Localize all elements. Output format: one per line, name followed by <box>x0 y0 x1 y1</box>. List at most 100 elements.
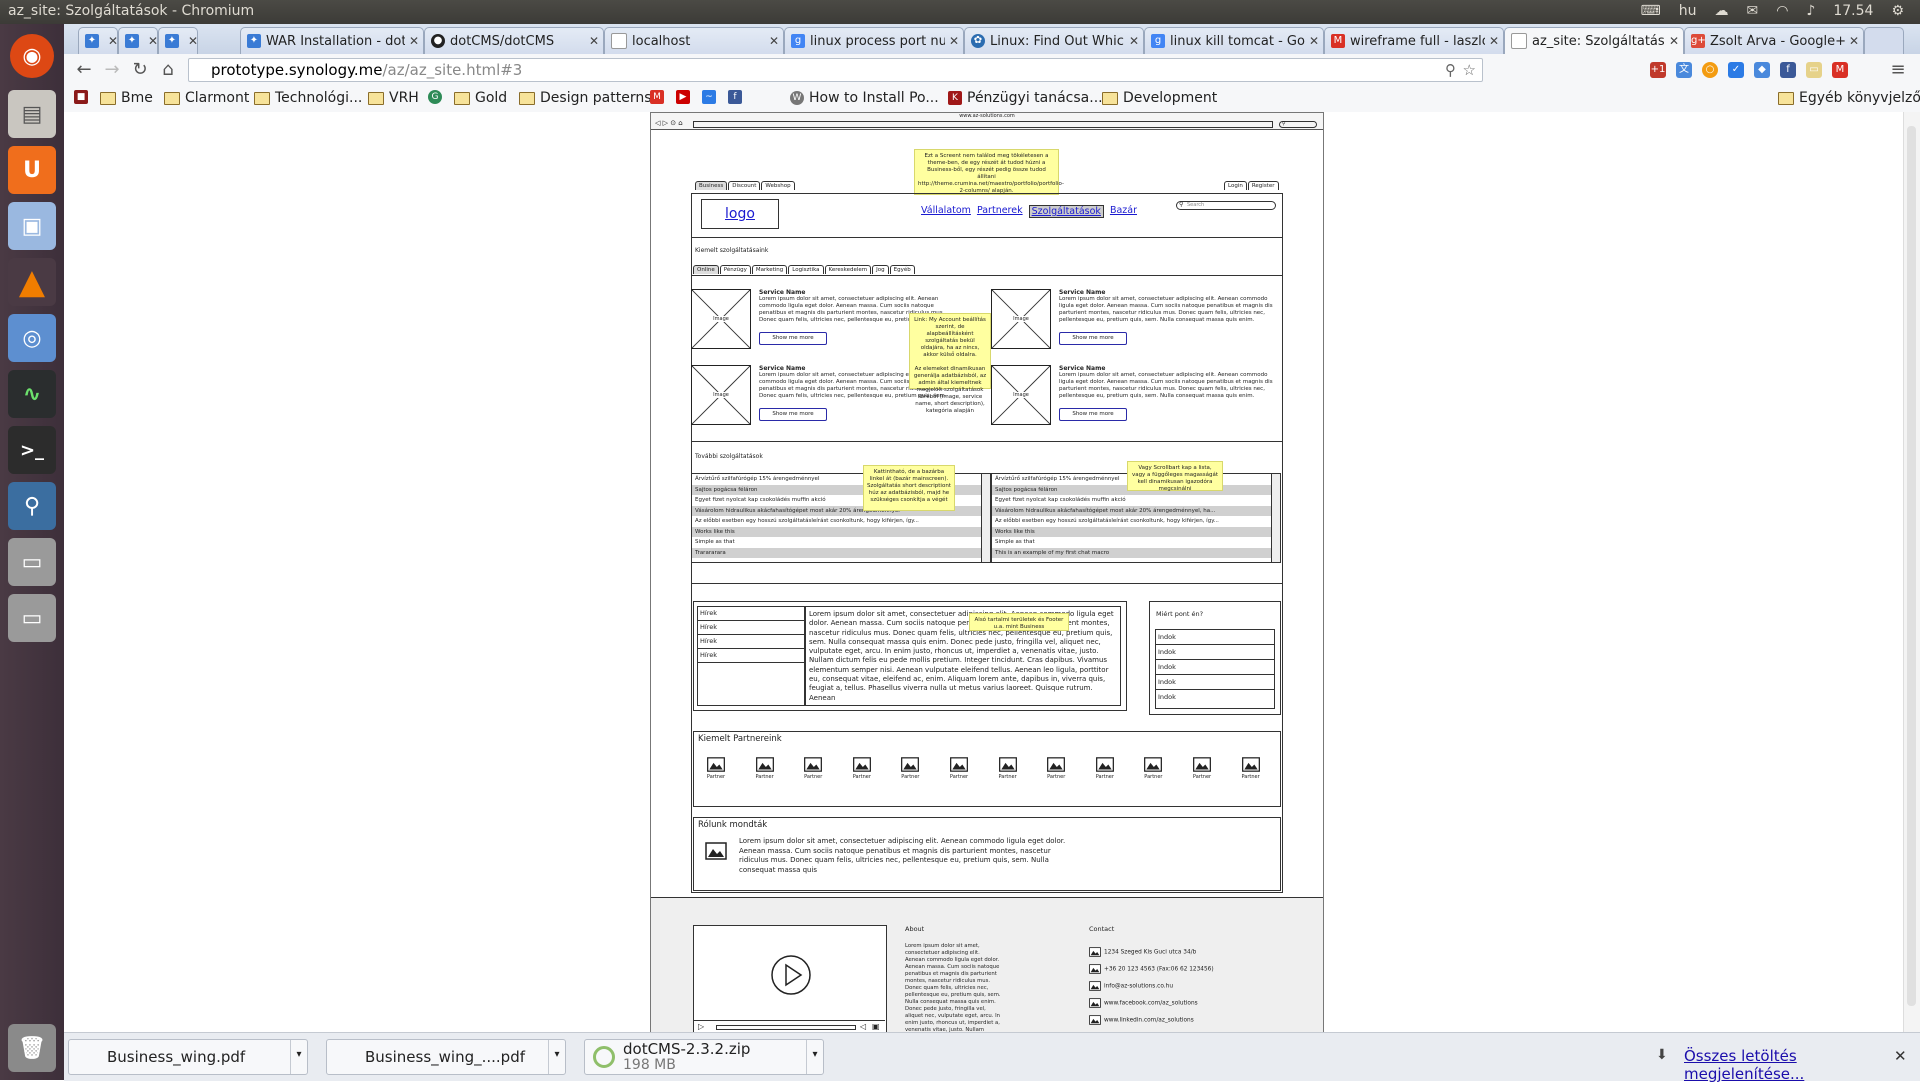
dropdown-arrow-icon[interactable]: ▾ <box>806 1040 823 1074</box>
partner-logo[interactable]: Partner <box>1138 757 1168 780</box>
close-icon[interactable]: ✕ <box>409 34 419 48</box>
play-small-icon[interactable]: ▷ <box>698 1022 704 1031</box>
bookmark-site[interactable]: W How to Install Po... <box>790 90 939 106</box>
clock[interactable]: 17.54 <box>1833 3 1873 19</box>
nav-bazar[interactable]: Bazár <box>1110 205 1137 218</box>
terminal-icon[interactable]: >_ <box>8 426 56 474</box>
category-tab[interactable]: Pénzügy <box>719 265 751 274</box>
bookmark-star-icon[interactable]: ☆ <box>1463 59 1476 81</box>
partner-logo[interactable]: Partner <box>1090 757 1120 780</box>
close-icon[interactable]: ✕ <box>1894 1047 1907 1065</box>
bookmark-site[interactable]: K Pénzügyi tanácsa... <box>948 90 1103 106</box>
login-tab[interactable]: Login <box>1224 181 1247 190</box>
partner-logo[interactable]: Partner <box>993 757 1023 780</box>
tab[interactable]: ✿ Linux: Find Out Which Port ✕ <box>964 27 1144 54</box>
bookmark-folder[interactable]: VRH <box>368 90 419 106</box>
list-item[interactable]: Works like this <box>992 526 1280 537</box>
tab[interactable]: g linux kill tomcat - Google ✕ <box>1144 27 1324 54</box>
fullscreen-icon[interactable]: ▣ <box>872 1022 880 1031</box>
scrollbar-thumb[interactable] <box>1907 126 1916 1006</box>
site-tab[interactable]: Webshop <box>761 181 795 190</box>
pgadmin-elephant-icon[interactable]: ⚲ <box>8 482 56 530</box>
play-icon[interactable] <box>770 954 812 996</box>
tab[interactable]: ● dotCMS/dotCMS ✕ <box>424 27 604 54</box>
logo-link[interactable]: logo <box>702 206 778 222</box>
close-icon[interactable]: ✕ <box>188 34 197 48</box>
system-monitor-icon[interactable]: ∿ <box>8 370 56 418</box>
ubuntu-logo-icon[interactable]: ◉ <box>10 34 54 78</box>
back-icon[interactable]: ← <box>72 59 96 81</box>
news-item[interactable]: Hírek <box>698 607 804 621</box>
zoom-icon[interactable]: ⚲ <box>1445 59 1456 81</box>
news-item[interactable]: Hírek <box>698 621 804 635</box>
site-tab[interactable]: Business <box>695 181 728 190</box>
tab[interactable]: g+ Zsolt Árva - Google+ ✕ <box>1684 27 1864 54</box>
menu-wrench-icon[interactable]: ≡ <box>1886 59 1910 81</box>
ubuntu-one-icon[interactable]: U <box>8 146 56 194</box>
extension-icon[interactable]: ▭ <box>1806 62 1822 78</box>
wifi-icon[interactable]: ◠ <box>1776 3 1788 19</box>
bookmark-folder-other[interactable]: Egyéb könyvjelzők <box>1778 90 1920 106</box>
trash-icon[interactable]: 🗑 <box>8 1024 56 1072</box>
forward-icon[interactable]: → <box>100 59 124 81</box>
new-tab-button[interactable] <box>1864 27 1904 54</box>
nav-partnerek[interactable]: Partnerek <box>977 205 1023 218</box>
video-seek-bar[interactable] <box>716 1025 856 1030</box>
category-tab[interactable]: Kereskedelem <box>824 265 872 274</box>
tab[interactable]: Mwireframe full - laszlo.h ✕ <box>1324 27 1504 54</box>
files-icon[interactable]: ▤ <box>8 90 56 138</box>
list-item[interactable]: Az előbbi esetben egy hosszú szolgáltatá… <box>692 516 990 527</box>
list-item[interactable]: Works like this <box>692 526 990 537</box>
list-scrollbar[interactable] <box>1271 474 1280 562</box>
bookmark-folder[interactable]: Gold <box>454 90 507 106</box>
gmail-icon[interactable]: M <box>1832 62 1848 78</box>
video-player[interactable]: ▷ ◁ ▣ <box>693 925 887 1033</box>
address-bar[interactable]: prototype.synology.me/az/az_site.html#3 … <box>188 58 1483 82</box>
dropdown-arrow-icon[interactable]: ▾ <box>290 1040 307 1074</box>
close-icon[interactable]: ✕ <box>1489 34 1499 48</box>
show-all-downloads-link[interactable]: Összes letöltés megjelenítése... <box>1684 1047 1920 1083</box>
bookmark-folder[interactable]: Design patterns <box>519 90 652 106</box>
list-scrollbar[interactable] <box>981 474 990 562</box>
show-more-button[interactable]: Show me more <box>759 332 827 345</box>
news-item[interactable]: Hírek <box>698 649 804 663</box>
volume-icon[interactable]: ♪ <box>1806 3 1815 19</box>
show-more-button[interactable]: Show me more <box>1059 332 1127 345</box>
chromium-icon[interactable]: ◎ <box>8 314 56 362</box>
close-icon[interactable]: ✕ <box>148 34 157 48</box>
partner-logo[interactable]: Partner <box>895 757 925 780</box>
partner-logo[interactable]: Partner <box>1187 757 1217 780</box>
bookmark-facebook[interactable]: f <box>728 90 747 104</box>
site-tab[interactable]: Discount <box>728 181 761 190</box>
extension-icon[interactable]: ✓ <box>1728 62 1744 78</box>
download-item[interactable]: Business_wing_....pdf ▾ <box>326 1039 566 1075</box>
virtualbox-icon[interactable]: ▣ <box>8 202 56 250</box>
tab[interactable]: ✦ ✕ <box>158 27 198 54</box>
partner-logo[interactable]: Partner <box>798 757 828 780</box>
category-tab[interactable]: Egyéb <box>889 265 915 274</box>
extension-icon[interactable]: +1 <box>1650 62 1666 78</box>
close-icon[interactable]: ✕ <box>949 34 959 48</box>
tab[interactable]: ✦ ✕ <box>118 27 158 54</box>
register-tab[interactable]: Register <box>1247 181 1279 190</box>
list-item[interactable]: Simple as that <box>692 537 990 548</box>
show-more-button[interactable]: Show me more <box>759 408 827 421</box>
bookmark-folder[interactable]: Technológi... <box>254 90 362 106</box>
translate-icon[interactable]: 文 <box>1676 62 1692 78</box>
close-icon[interactable]: ✕ <box>1129 34 1139 48</box>
bookmark-folder[interactable]: Bme <box>100 90 153 106</box>
partner-logo[interactable]: Partner <box>701 757 731 780</box>
home-icon[interactable]: ⌂ <box>156 59 180 81</box>
close-icon[interactable]: ✕ <box>1309 34 1319 48</box>
partner-logo[interactable]: Partner <box>847 757 877 780</box>
mail-icon[interactable]: ✉ <box>1746 3 1758 19</box>
vlc-icon[interactable]: ▲ <box>8 258 56 306</box>
logo-box[interactable]: logo <box>701 199 779 229</box>
nav-szolgaltatasok[interactable]: Szolgáltatások <box>1028 205 1104 218</box>
extension-icon[interactable]: ◆ <box>1754 62 1770 78</box>
show-more-button[interactable]: Show me more <box>1059 408 1127 421</box>
power-gear-icon[interactable]: ⚙ <box>1891 3 1904 19</box>
category-tab[interactable]: Logisztika <box>788 265 824 274</box>
close-icon[interactable]: ✕ <box>108 34 117 48</box>
tab[interactable]: ✦ WAR Installation - dotCMS ✕ <box>240 27 424 54</box>
